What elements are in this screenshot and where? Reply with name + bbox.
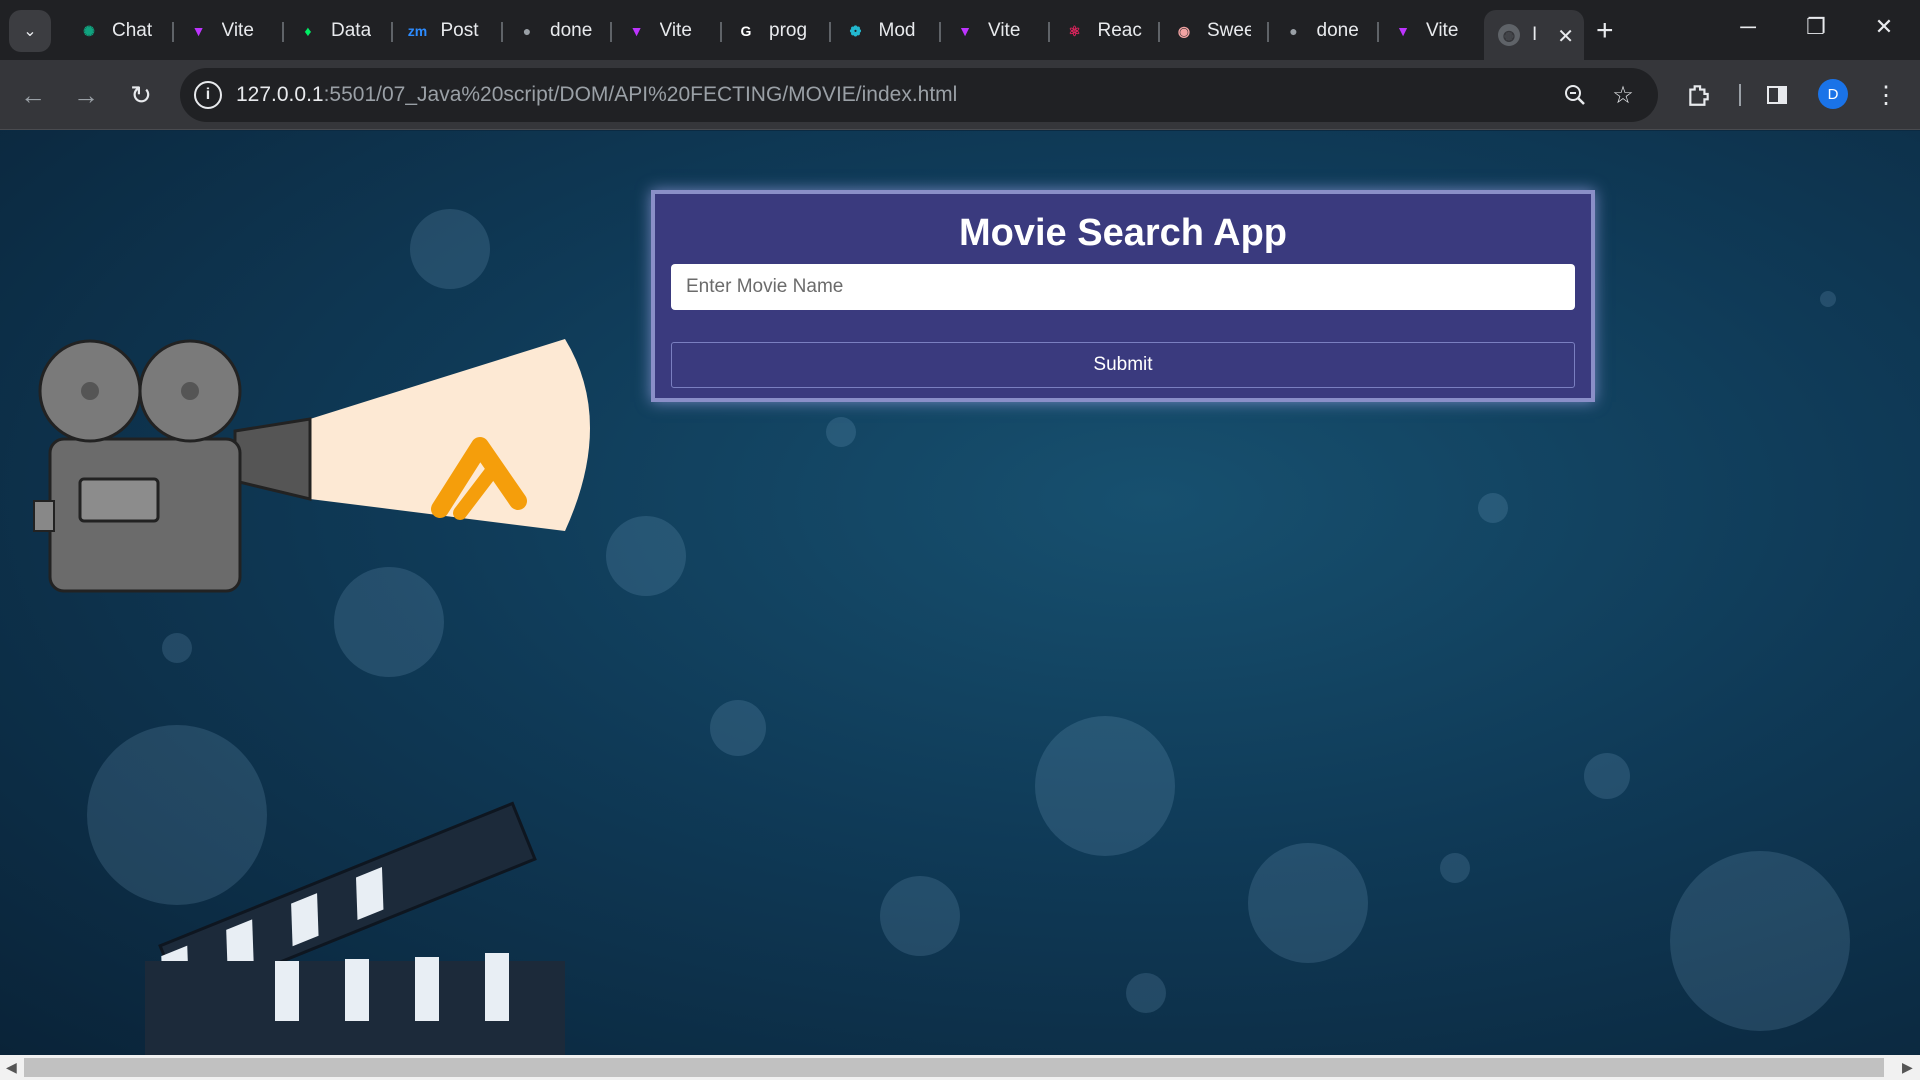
bokeh-light — [1248, 843, 1368, 963]
scrollbar-thumb[interactable] — [24, 1058, 1884, 1077]
tab-label: Mod — [878, 20, 916, 41]
tab-strip: ⌄ ✺ Chat ▼ Vite ♦ Data zm Post ● done ▼ Vite Gprog ❁ M… — [0, 0, 1920, 60]
profile-avatar[interactable]: D — [1818, 79, 1848, 109]
github-icon: ● — [1289, 23, 1298, 39]
vite-icon: ▼ — [629, 23, 644, 39]
side-panel-icon[interactable] — [1760, 78, 1794, 112]
restore-button[interactable]: ❐ — [1796, 14, 1836, 48]
chevron-down-icon: ⌄ — [23, 23, 37, 40]
horizontal-scrollbar[interactable]: ◀ ▶ — [0, 1055, 1920, 1080]
submit-button[interactable]: Submit — [671, 342, 1575, 388]
tab-label: Chat — [112, 20, 153, 41]
toolbar-divider — [1739, 84, 1741, 106]
vite-icon: ▼ — [191, 23, 206, 39]
page-viewport: Movie Search App Submit — [0, 131, 1920, 1055]
arrow-left-icon: ← — [20, 79, 46, 110]
tab[interactable]: ▼ Vite — [940, 8, 1050, 54]
tab-active[interactable]: ◍ I ✕ — [1484, 10, 1584, 60]
tab[interactable]: ▼ Vite — [612, 8, 722, 54]
tab-search-button[interactable]: ⌄ — [9, 10, 51, 52]
url-path: :5501/07_Java%20script/DOM/API%20FECTING… — [323, 83, 958, 106]
movie-search-card: Movie Search App Submit — [651, 190, 1595, 402]
clapperboard-illustration — [145, 801, 565, 1055]
bokeh-light — [1820, 291, 1836, 307]
tab-label: Vite — [659, 20, 692, 41]
tab-label: Data — [331, 20, 372, 41]
tab-label: Vite — [1426, 20, 1459, 41]
scroll-right-icon[interactable]: ▶ — [1902, 1059, 1913, 1076]
tab[interactable]: ⚛ Reac — [1050, 8, 1160, 54]
tab[interactable]: Gprog — [721, 8, 831, 54]
chatgpt-icon: ✺ — [83, 22, 95, 39]
bokeh-light — [710, 700, 766, 756]
bokeh-light — [606, 516, 686, 596]
bokeh-light — [1126, 973, 1166, 1013]
minimize-button[interactable]: ─ — [1728, 14, 1768, 48]
tab-label: Post — [440, 20, 479, 41]
vite-icon: ▼ — [958, 23, 972, 39]
close-window-button[interactable]: ✕ — [1864, 14, 1904, 48]
zoom-icon[interactable] — [1560, 80, 1590, 110]
tab[interactable]: ✺ Chat — [64, 8, 174, 54]
address-bar[interactable]: i 127.0.0.1:5501/07_Java%20script/DOM/AP… — [180, 68, 1658, 122]
vite-icon: ▼ — [1396, 23, 1410, 39]
reload-button[interactable]: ↻ — [124, 78, 158, 112]
tab-label: I — [1532, 24, 1538, 45]
bookmark-star-icon[interactable]: ☆ — [1608, 80, 1638, 110]
tab-label: Vite — [221, 20, 254, 41]
react-icon: ⚛ — [1068, 22, 1081, 39]
scroll-left-icon[interactable]: ◀ — [6, 1059, 17, 1076]
close-tab-icon[interactable]: ✕ — [1557, 24, 1574, 49]
menu-kebab-icon[interactable]: ⋮ — [1869, 78, 1903, 112]
tab[interactable]: ◉ Swee — [1159, 8, 1269, 54]
bokeh-light — [880, 876, 960, 956]
tab[interactable]: ● done — [502, 8, 612, 54]
github-icon: ● — [522, 23, 532, 39]
film-projector-illustration — [33, 339, 590, 593]
tab[interactable]: ● done — [1269, 8, 1379, 54]
zoom-icon: zm — [407, 23, 428, 39]
arrow-right-icon: → — [73, 79, 99, 110]
back-button[interactable]: ← — [16, 78, 50, 112]
bokeh-light — [1035, 716, 1175, 856]
tab-label: done — [550, 20, 593, 41]
tab-label: Reac — [1097, 20, 1142, 41]
movie-name-input[interactable] — [671, 264, 1575, 310]
tab[interactable]: ❁ Mod — [831, 8, 941, 54]
tab-label: prog — [769, 20, 808, 41]
bokeh-light — [826, 417, 856, 447]
browser-toolbar: ← → ↻ i 127.0.0.1:5501/07_Java%20script/… — [0, 60, 1920, 130]
new-tab-button[interactable]: + — [1596, 14, 1614, 48]
bokeh-light — [1440, 853, 1470, 883]
reload-icon: ↻ — [130, 79, 152, 110]
url-host: 127.0.0.1 — [236, 83, 324, 106]
page-title: Movie Search App — [958, 212, 1287, 254]
tab[interactable]: ♦ Data — [283, 8, 393, 54]
bokeh-light — [1670, 851, 1850, 1031]
tab[interactable]: ▼ Vite — [174, 8, 284, 54]
site-info-icon[interactable]: i — [194, 81, 222, 109]
sweet-icon: ◉ — [1177, 22, 1191, 39]
globe-icon: ◍ — [1498, 24, 1520, 46]
bokeh-light — [1584, 753, 1630, 799]
bokeh-light — [1478, 493, 1508, 523]
google-icon: G — [740, 23, 752, 39]
forward-button[interactable]: → — [69, 78, 103, 112]
bokeh-light — [410, 209, 490, 289]
tab[interactable]: zm Post — [393, 8, 503, 54]
mongodb-icon: ♦ — [304, 23, 312, 39]
tab-label: done — [1316, 20, 1359, 41]
url-text[interactable]: 127.0.0.1:5501/07_Java%20script/DOM/API%… — [236, 83, 957, 107]
mod-icon: ❁ — [849, 22, 862, 39]
tab[interactable]: ▼ Vite — [1378, 8, 1488, 54]
extensions-icon[interactable] — [1682, 78, 1716, 112]
tab-label: Swee — [1207, 20, 1251, 41]
tab-label: Vite — [988, 20, 1021, 41]
